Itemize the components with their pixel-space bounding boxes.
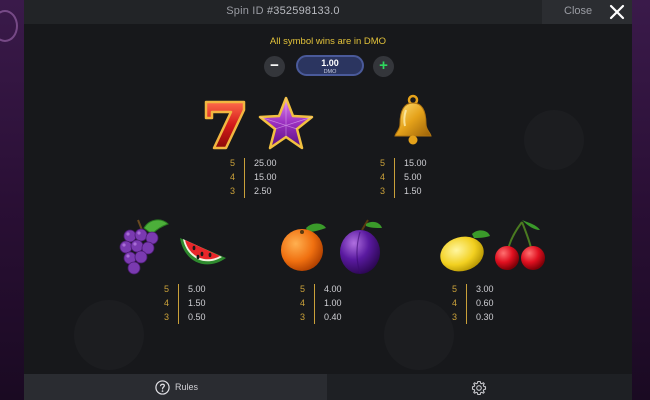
currency-note: All symbol wins are in DMO: [269, 36, 387, 47]
paytable-row: 4 15.00: [230, 172, 290, 186]
tab-settings[interactable]: [327, 374, 632, 400]
paytable-lemon-cherries: 5 3.00 4 0.60 3 0.30: [452, 284, 512, 326]
match-count: 3: [452, 312, 458, 322]
match-count: 5: [452, 284, 458, 294]
payout-value: 5.00: [404, 172, 422, 182]
grapes-icon: [119, 219, 169, 275]
match-count: 4: [452, 298, 458, 308]
payout-value: 2.50: [254, 186, 272, 196]
gear-icon: [471, 380, 487, 396]
tab-rules[interactable]: Rules: [24, 374, 327, 400]
match-count: 4: [380, 172, 386, 182]
background-right-edge: [632, 0, 650, 400]
paytable-panel: Spin ID #352598133.0 Close All symbol wi…: [24, 0, 632, 400]
question-icon: [155, 380, 170, 395]
payout-value: 1.50: [188, 298, 206, 308]
bet-value-display: 1.00 DMO: [296, 55, 364, 76]
spin-id-value: #352598133.0: [266, 5, 340, 17]
match-count: 3: [230, 186, 236, 196]
payout-value: 4.00: [324, 284, 342, 294]
bell-icon: [394, 94, 432, 145]
background-left-edge: [0, 0, 24, 400]
paytable-row: 3 0.40: [300, 312, 360, 326]
paytable-row: 5 5.00: [164, 284, 224, 298]
tab-rules-label: Rules: [175, 382, 199, 392]
payout-value: 1.00: [324, 298, 342, 308]
payout-value: 15.00: [254, 172, 277, 182]
paytable-row: 3 2.50: [230, 186, 290, 200]
match-count: 5: [164, 284, 170, 294]
paytable-row: 4 0.60: [452, 298, 512, 312]
paytable-row: 4 5.00: [380, 172, 440, 186]
match-count: 4: [164, 298, 170, 308]
lemon-icon: [440, 230, 490, 272]
plum-icon: [340, 219, 382, 274]
paytable-seven-star: 5 25.00 4 15.00 3 2.50: [230, 158, 290, 200]
background-decoration: [384, 300, 454, 370]
increase-bet-button[interactable]: +: [373, 56, 394, 77]
payout-value: 5.00: [188, 284, 206, 294]
paytable-grapes-watermelon: 5 5.00 4 1.50 3 0.50: [164, 284, 224, 326]
star-icon: [258, 96, 314, 150]
background-decoration: [524, 110, 584, 170]
decrease-bet-button[interactable]: −: [264, 56, 285, 77]
paytable-row: 3 1.50: [380, 186, 440, 200]
match-count: 3: [164, 312, 170, 322]
paytable-row: 5 15.00: [380, 158, 440, 172]
payout-value: 0.30: [476, 312, 494, 322]
bet-value: 1.00: [321, 58, 339, 68]
match-count: 3: [300, 312, 306, 322]
paytable-row: 5 3.00: [452, 284, 512, 298]
payout-value: 0.40: [324, 312, 342, 322]
payout-value: 3.00: [476, 284, 494, 294]
cherries-icon: [495, 220, 545, 270]
match-count: 5: [300, 284, 306, 294]
match-count: 5: [380, 158, 386, 168]
bet-currency: DMO: [323, 69, 337, 75]
paytable-row: 3 0.50: [164, 312, 224, 326]
close-icon[interactable]: [608, 3, 626, 21]
orange-icon: [281, 223, 326, 271]
match-count: 5: [230, 158, 236, 168]
background-decoration: [74, 300, 144, 370]
bet-stepper: − 1.00 DMO +: [264, 55, 394, 77]
watermelon-icon: [180, 238, 226, 265]
match-count: 3: [380, 186, 386, 196]
bottom-tab-bar: Rules: [24, 374, 632, 400]
match-count: 4: [300, 298, 306, 308]
paytable-row: 5 4.00: [300, 284, 360, 298]
payout-value: 0.60: [476, 298, 494, 308]
spin-id-display: Spin ID #352598133.0: [24, 5, 542, 17]
paytable-bell: 5 15.00 4 5.00 3 1.50: [380, 158, 440, 200]
paytable-orange-plum: 5 4.00 4 1.00 3 0.40: [300, 284, 360, 326]
paytable-row: 3 0.30: [452, 312, 512, 326]
close-label: Close: [564, 5, 593, 17]
close-button[interactable]: Close: [542, 0, 632, 24]
paytable-row: 4 1.00: [300, 298, 360, 312]
spin-id-label: Spin ID: [226, 5, 264, 17]
paytable-row: 5 25.00: [230, 158, 290, 172]
top-bar: Spin ID #352598133.0 Close: [24, 0, 632, 24]
seven-icon: [204, 100, 246, 150]
payout-value: 0.50: [188, 312, 206, 322]
match-count: 4: [230, 172, 236, 182]
payout-value: 1.50: [404, 186, 422, 196]
payout-value: 15.00: [404, 158, 427, 168]
payout-value: 25.00: [254, 158, 277, 168]
paytable-row: 4 1.50: [164, 298, 224, 312]
